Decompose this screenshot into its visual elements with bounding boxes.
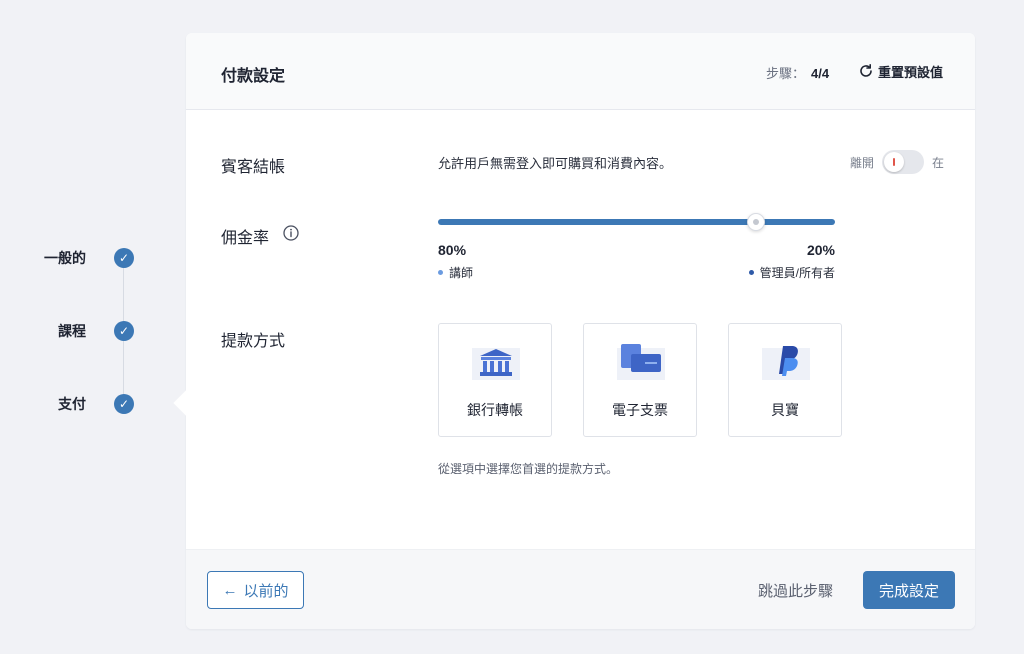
toggle-on-label: 在 (932, 155, 945, 170)
instructor-dot-icon (438, 270, 443, 275)
admin-label: 管理員/所有者 (759, 266, 835, 280)
arrow-left-icon: ← (222, 581, 238, 599)
reset-icon (860, 64, 872, 77)
toggle-knob (884, 152, 905, 172)
payout-option-label: 銀行轉帳 (467, 402, 523, 418)
step-counter-value: 4/4 (811, 66, 830, 81)
payout-option-label: 電子支票 (612, 402, 668, 418)
payout-hint: 從選項中選擇您首選的提款方式。 (438, 462, 619, 476)
setup-stepper: 一般的 ✓ 課程 ✓ 支付 ✓ (0, 0, 186, 654)
commission-slider-thumb[interactable] (746, 213, 765, 231)
payment-settings-card: 付款設定 步驟： 4/4 重置預設值 賓客結帳 允許用戶無需登入即可購買和消費內容… (173, 33, 975, 629)
payout-option-label: 貝寶 (771, 402, 799, 418)
toggle-off-label: 離開 (850, 155, 875, 170)
reset-defaults-button[interactable]: 重置預設值 (858, 61, 943, 81)
instructor-label: 講師 (449, 266, 474, 280)
previous-button[interactable]: ← 以前的 (207, 571, 304, 609)
step-counter: 步驟： 4/4 (766, 63, 829, 82)
card-header: 付款設定 步驟： 4/4 重置預設值 (186, 33, 975, 110)
guest-checkout-toggle[interactable] (882, 150, 925, 174)
step-label: 支付 (58, 396, 86, 412)
step-label: 一般的 (44, 250, 86, 266)
admin-dot-icon (748, 270, 754, 275)
step-courses[interactable]: 課程 ✓ (0, 319, 186, 343)
admin-percent: 20% (806, 242, 835, 258)
previous-label: 以前的 (243, 582, 289, 600)
check-icon: ✓ (114, 321, 134, 341)
step-counter-label: 步驟： (766, 66, 806, 81)
reset-defaults-label: 重置預設值 (878, 64, 944, 80)
page-title: 付款設定 (221, 68, 286, 85)
finish-setup-button[interactable]: 完成設定 (863, 571, 955, 609)
bank-icon (472, 348, 520, 380)
commission-rate-label: 佣金率 (221, 230, 270, 247)
check-icon: ✓ (114, 394, 134, 414)
payout-option-bank-transfer[interactable]: 銀行轉帳 (438, 323, 552, 437)
instructor-legend: 講師 (438, 264, 473, 281)
step-general[interactable]: 一般的 ✓ (0, 246, 186, 270)
paypal-icon (762, 346, 810, 380)
info-icon[interactable] (283, 225, 299, 241)
commission-slider-track[interactable] (438, 219, 835, 225)
guest-checkout-label: 賓客結帳 (221, 159, 286, 176)
payout-method-label: 提款方式 (221, 333, 286, 350)
card-footer: ← 以前的 跳過此步驟 完成設定 (186, 549, 975, 629)
payout-option-echeck[interactable]: 電子支票 (583, 323, 697, 437)
step-payment[interactable]: 支付 ✓ (0, 392, 186, 416)
check-icon: ✓ (114, 248, 134, 268)
skip-step-button[interactable]: 跳過此步驟 (758, 580, 833, 601)
guest-checkout-description: 允許用戶無需登入即可購買和消費內容。 (438, 156, 673, 171)
instructor-percent: 80% (438, 242, 467, 258)
admin-legend: 管理員/所有者 (748, 264, 835, 281)
guest-checkout-toggle-group: 離開 在 (850, 150, 944, 174)
echeck-icon (617, 344, 665, 380)
step-label: 課程 (58, 323, 86, 339)
payout-option-paypal[interactable]: 貝寶 (728, 323, 842, 437)
